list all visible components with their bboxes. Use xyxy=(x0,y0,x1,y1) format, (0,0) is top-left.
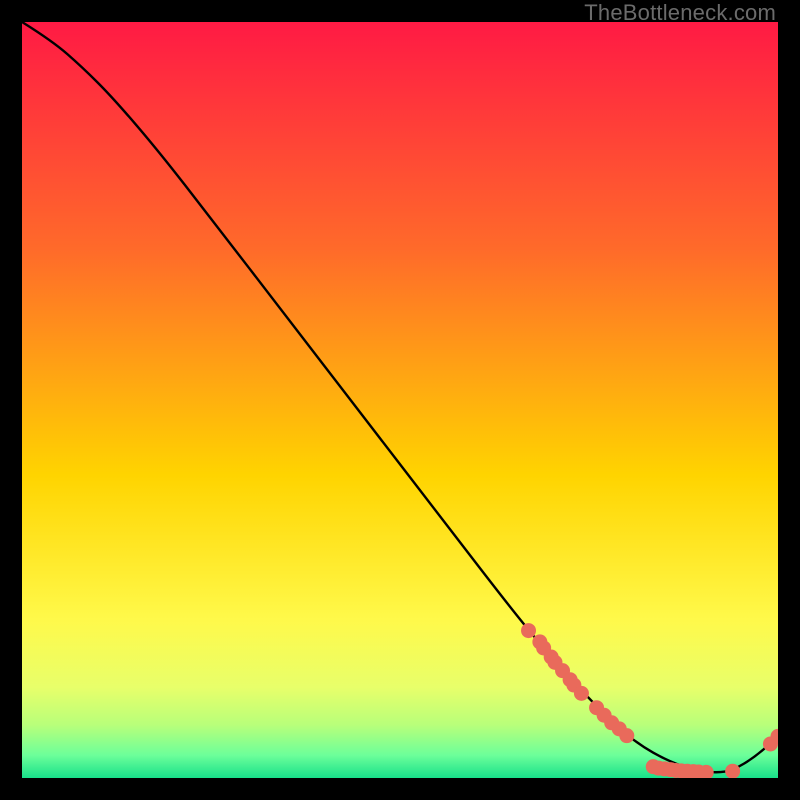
watermark-text: TheBottleneck.com xyxy=(584,0,776,26)
data-marker xyxy=(521,623,536,638)
data-marker xyxy=(725,764,740,778)
chart-frame xyxy=(22,22,778,778)
data-marker xyxy=(619,728,634,743)
data-marker xyxy=(574,686,589,701)
bottleneck-chart xyxy=(22,22,778,778)
gradient-background xyxy=(22,22,778,778)
